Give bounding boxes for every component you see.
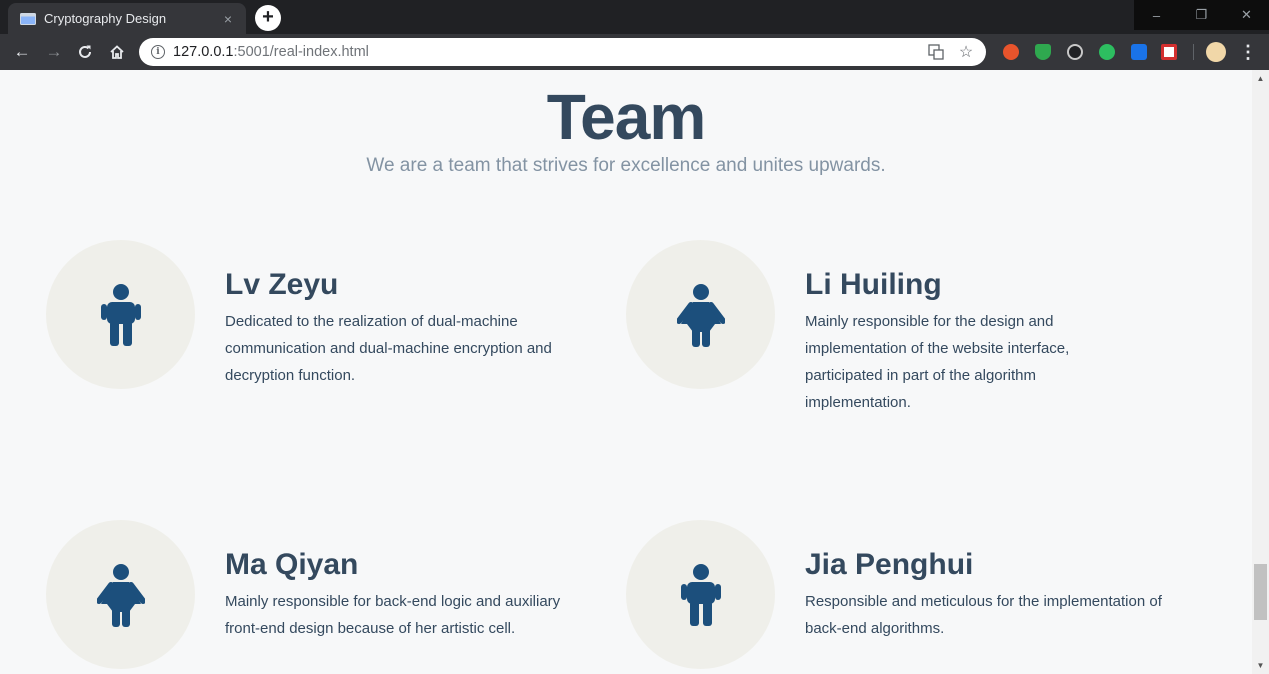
section-subtitle: We are a team that strives for excellenc… <box>366 155 886 176</box>
extension-red-icon[interactable] <box>1003 44 1019 60</box>
minimize-window-button[interactable]: – <box>1134 0 1179 30</box>
close-tab-icon[interactable]: × <box>220 11 236 27</box>
page-favicon-icon <box>20 12 36 26</box>
member-description: Mainly responsible for back-end logic an… <box>225 593 561 637</box>
scrollbar-thumb[interactable] <box>1254 564 1267 620</box>
home-icon <box>110 45 124 59</box>
browser-toolbar: ← → i 127.0.0.1:5001/real-index.html ☆ ⋮ <box>0 34 1269 70</box>
address-bar[interactable]: i 127.0.0.1:5001/real-index.html ☆ <box>139 38 986 66</box>
extension-c-icon[interactable] <box>1067 44 1083 60</box>
member-name: Lv Zeyu <box>225 268 339 301</box>
male-person-icon <box>680 563 721 626</box>
reload-button[interactable] <box>73 40 97 64</box>
browser-menu-icon[interactable]: ⋮ <box>1236 40 1260 64</box>
avatar <box>46 240 195 389</box>
avatar <box>626 240 775 389</box>
scroll-up-arrow-icon[interactable]: ▲ <box>1252 70 1269 87</box>
back-button[interactable]: ← <box>10 40 34 64</box>
close-window-button[interactable]: ✕ <box>1224 0 1269 30</box>
female-person-icon <box>676 283 725 347</box>
forward-button[interactable]: → <box>42 40 66 64</box>
home-button[interactable] <box>105 40 129 64</box>
extension-shield-icon[interactable] <box>1035 44 1051 60</box>
extension-blue-icon[interactable] <box>1131 44 1147 60</box>
browser-tab[interactable]: Cryptography Design × <box>8 3 246 34</box>
url-text[interactable]: 127.0.0.1:5001/real-index.html <box>173 44 926 60</box>
section-title: Team <box>546 81 706 153</box>
male-person-icon <box>100 283 141 346</box>
evernote-icon[interactable] <box>1099 44 1115 60</box>
member-name: Jia Penghui <box>805 548 974 581</box>
page-content: Team We are a team that strives for exce… <box>0 70 1252 674</box>
member-name: Li Huiling <box>805 268 942 301</box>
pocket-icon[interactable] <box>1161 44 1177 60</box>
member-description: Responsible and meticulous for the imple… <box>805 593 1162 637</box>
female-person-icon <box>96 563 145 627</box>
tab-strip: Cryptography Design × + – ❐ ✕ <box>0 0 1269 34</box>
bookmark-star-icon[interactable]: ☆ <box>956 42 976 62</box>
reload-icon <box>79 45 91 58</box>
new-tab-button[interactable]: + <box>255 5 281 31</box>
member-description: Dedicated to the realization of dual-mac… <box>225 313 552 384</box>
translate-icon[interactable] <box>926 42 946 62</box>
site-info-icon[interactable]: i <box>151 45 165 59</box>
tab-title: Cryptography Design <box>44 11 167 26</box>
scroll-down-arrow-icon[interactable]: ▼ <box>1252 657 1269 674</box>
page-scrollbar[interactable]: ▲ ▼ <box>1252 70 1269 674</box>
profile-avatar[interactable] <box>1206 42 1226 62</box>
restore-window-button[interactable]: ❐ <box>1179 0 1224 30</box>
member-name: Ma Qiyan <box>225 548 359 581</box>
avatar <box>626 520 775 669</box>
avatar <box>46 520 195 669</box>
member-description: Mainly responsible for the design and im… <box>805 313 1070 411</box>
toolbar-divider <box>1193 44 1194 60</box>
